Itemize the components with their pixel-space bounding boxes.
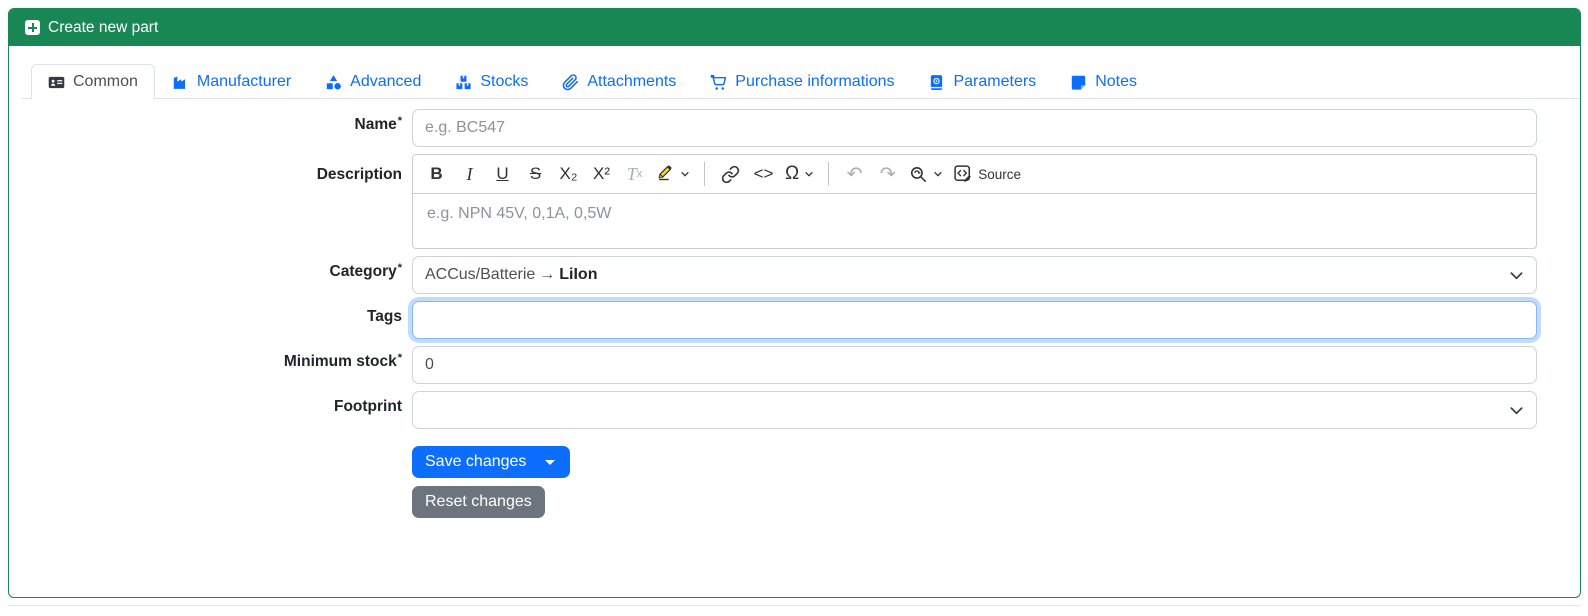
chevron-down-icon xyxy=(1510,272,1523,280)
footprint-label: Footprint xyxy=(333,398,402,415)
name-row: Name* xyxy=(22,109,1580,147)
description-label: Description xyxy=(316,166,402,183)
divider xyxy=(8,605,1581,606)
undo-button[interactable]: ↶ xyxy=(839,159,870,189)
book-icon xyxy=(928,74,945,91)
toolbar-separator xyxy=(704,162,705,186)
minimum-stock-input[interactable] xyxy=(412,346,1537,384)
tab-advanced[interactable]: Advanced xyxy=(308,64,438,99)
tab-stocks[interactable]: Stocks xyxy=(438,64,545,99)
tab-label: Stocks xyxy=(480,73,529,90)
tab-notes[interactable]: Notes xyxy=(1053,64,1154,99)
tab-common[interactable]: Common xyxy=(31,64,155,99)
tab-label: Common xyxy=(73,73,138,90)
id-card-icon xyxy=(48,74,65,91)
tab-bar: Common Manufacturer Advanced Stocks Atta… xyxy=(22,64,1580,99)
caret-down-icon xyxy=(545,459,556,465)
omega-icon: Ω xyxy=(785,163,800,184)
chevron-down-icon xyxy=(934,171,943,177)
chevron-down-icon xyxy=(681,171,689,177)
footprint-row: Footprint xyxy=(22,391,1580,429)
underline-button[interactable]: U xyxy=(487,159,518,189)
minimum-stock-row: Minimum stock* xyxy=(22,346,1580,384)
find-replace-icon xyxy=(911,166,927,182)
arrow: → xyxy=(539,266,556,283)
source-code-icon xyxy=(954,165,972,182)
link-button[interactable] xyxy=(715,159,746,189)
category-label: Category* xyxy=(329,262,402,280)
highlight-marker-icon xyxy=(656,162,675,186)
tab-parameters[interactable]: Parameters xyxy=(911,64,1053,99)
source-button[interactable]: Source xyxy=(949,159,1025,189)
chevron-down-icon xyxy=(805,171,814,177)
tab-label: Attachments xyxy=(587,73,677,90)
tab-label: Notes xyxy=(1095,73,1137,90)
minimum-stock-label: Minimum stock* xyxy=(283,352,402,370)
create-part-card: Create new part Common Manufacturer Adva… xyxy=(8,8,1581,598)
save-changes-button[interactable]: Save changes xyxy=(412,446,571,478)
sticky-note-icon xyxy=(1070,74,1087,91)
tab-label: Parameters xyxy=(953,73,1037,90)
special-characters-button[interactable]: Ω xyxy=(781,159,818,189)
tab-label: Purchase informations xyxy=(735,73,895,90)
subscript-button[interactable]: X₂ xyxy=(553,159,584,189)
italic-button[interactable]: I xyxy=(454,159,485,189)
shapes-icon xyxy=(325,74,342,91)
boxes-icon xyxy=(455,74,472,91)
category-select[interactable]: ACCus/Batterie → LiIon xyxy=(412,256,1537,294)
page: Create new part Common Manufacturer Adva… xyxy=(0,0,1588,606)
factory-icon xyxy=(172,74,189,91)
editor-toolbar: B I U S X₂ X² Tx <> Ω ↶ ↷ Source xyxy=(413,155,1536,194)
code-button[interactable]: <> xyxy=(748,159,779,189)
tab-purchase-informations[interactable]: Purchase informations xyxy=(693,64,911,99)
description-editor: B I U S X₂ X² Tx <> Ω ↶ ↷ Source e.g. NP… xyxy=(412,154,1537,249)
footprint-select[interactable] xyxy=(412,391,1537,429)
superscript-button[interactable]: X² xyxy=(586,159,617,189)
toolbar-separator xyxy=(828,162,830,186)
category-row: Category* ACCus/Batterie → LiIon xyxy=(22,256,1580,294)
name-label: Name* xyxy=(354,115,403,133)
find-replace-button[interactable] xyxy=(905,159,947,189)
reset-changes-button[interactable]: Reset changes xyxy=(412,486,545,518)
description-placeholder: e.g. NPN 45V, 0,1A, 0,5W xyxy=(427,205,612,222)
reset-row: Reset changes xyxy=(22,486,1580,518)
description-row: Description B I U S X₂ X² Tx <> Ω ↶ ↷ So… xyxy=(22,154,1580,249)
chevron-down-icon xyxy=(1510,407,1523,415)
tags-row: Tags xyxy=(22,301,1580,339)
category-parent: ACCus/Batterie xyxy=(425,266,536,283)
tags-label: Tags xyxy=(366,308,402,325)
tab-label: Advanced xyxy=(350,73,422,90)
name-input[interactable] xyxy=(412,109,1537,147)
tab-label: Manufacturer xyxy=(196,73,292,90)
link-icon xyxy=(721,165,740,183)
tab-attachments[interactable]: Attachments xyxy=(545,64,693,99)
required-asterisk: * xyxy=(397,115,402,127)
category-child: LiIon xyxy=(559,266,598,283)
card-body: Common Manufacturer Advanced Stocks Atta… xyxy=(9,46,1580,518)
remove-format-button[interactable]: Tx xyxy=(619,159,650,189)
redo-button[interactable]: ↷ xyxy=(872,159,903,189)
card-header: Create new part xyxy=(9,9,1580,46)
shopping-cart-icon xyxy=(710,74,727,91)
strikethrough-button[interactable]: S xyxy=(520,159,551,189)
plus-square-icon xyxy=(25,20,40,35)
required-asterisk: * xyxy=(397,262,402,274)
source-label: Source xyxy=(978,166,1021,182)
page-title: Create new part xyxy=(48,18,159,36)
common-tab-panel: Name* Description B I U xyxy=(22,99,1580,518)
tags-input[interactable] xyxy=(412,301,1537,339)
bold-button[interactable]: B xyxy=(421,159,452,189)
paperclip-icon xyxy=(562,73,579,91)
tab-manufacturer[interactable]: Manufacturer xyxy=(155,64,308,99)
highlight-button[interactable] xyxy=(652,159,694,189)
description-textarea[interactable]: e.g. NPN 45V, 0,1A, 0,5W xyxy=(413,194,1536,248)
required-asterisk: * xyxy=(397,352,402,364)
save-row: Save changes xyxy=(22,446,1580,478)
